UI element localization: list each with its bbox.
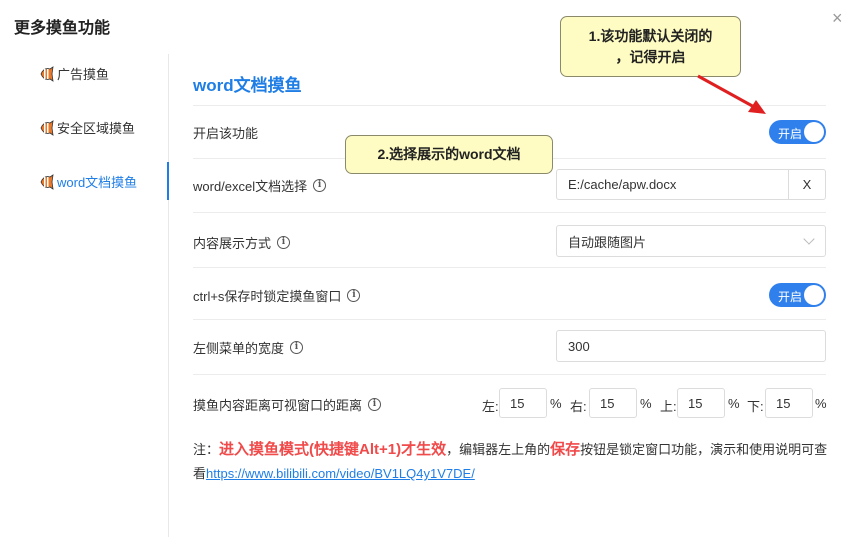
distance-bottom-input[interactable]: 15 xyxy=(765,388,813,418)
lock-window-label-text: ctrl+s保存时锁定摸鱼窗口 xyxy=(193,289,342,304)
divider xyxy=(193,374,826,375)
divider xyxy=(193,267,826,268)
distance-top-value: 15 xyxy=(688,395,703,411)
display-mode-value: 自动跟随图片 xyxy=(568,234,647,250)
toggle-text: 开启 xyxy=(778,127,803,141)
chevron-down-icon xyxy=(803,233,815,245)
toggle-text: 开启 xyxy=(778,290,803,304)
percent-unit: % xyxy=(728,396,740,411)
file-select-label: word/excel文档选择 i xyxy=(193,176,327,195)
percent-unit: % xyxy=(640,396,652,411)
sidebar-item-label: 广告摸鱼 xyxy=(57,67,110,82)
callout-line: ，记得开启 xyxy=(615,49,686,65)
distance-bottom-value: 15 xyxy=(776,395,791,411)
info-icon[interactable]: i xyxy=(313,179,327,192)
menu-width-label: 左侧菜单的宽度 i xyxy=(193,338,304,357)
note-prefix: 注： xyxy=(193,442,220,457)
display-mode-label: 内容展示方式 i xyxy=(193,233,291,252)
percent-unit: % xyxy=(815,396,827,411)
fish-icon xyxy=(40,65,54,82)
file-path-input[interactable]: E:/cache/apw.docx X xyxy=(556,169,826,200)
distance-right-value: 15 xyxy=(600,395,615,411)
lock-window-toggle[interactable]: 开启 xyxy=(769,283,826,307)
distance-top-input[interactable]: 15 xyxy=(677,388,725,418)
divider xyxy=(193,212,826,213)
dialog-title: 更多摸鱼功能 xyxy=(14,20,111,37)
note-highlight-save: 保存 xyxy=(550,441,581,458)
enable-toggle[interactable]: 开启 xyxy=(769,120,826,144)
info-icon[interactable]: i xyxy=(347,289,361,302)
sidebar-item-label: 安全区域摸鱼 xyxy=(57,121,136,136)
note-highlight-shortcut: 进入摸鱼模式(快捷键Alt+1)才生效 xyxy=(219,441,447,458)
display-mode-select[interactable]: 自动跟随图片 xyxy=(556,225,826,257)
active-indicator xyxy=(167,162,169,200)
distance-left-value: 15 xyxy=(510,395,525,411)
arrow-icon xyxy=(697,74,766,114)
display-mode-label-text: 内容展示方式 xyxy=(193,236,272,251)
sidebar-item-label: word文档摸鱼 xyxy=(57,175,138,190)
file-select-label-text: word/excel文档选择 xyxy=(193,179,308,194)
info-icon[interactable]: i xyxy=(368,398,382,411)
fish-icon xyxy=(40,173,54,190)
menu-width-input[interactable]: 300 xyxy=(556,330,826,362)
enable-label: 开启该功能 xyxy=(193,123,258,142)
distance-left-input[interactable]: 15 xyxy=(499,388,547,418)
callout-select-hint: 2.选择展示的word文档 xyxy=(345,135,553,174)
close-icon[interactable]: × xyxy=(832,8,843,28)
sidebar-item-word-fishing[interactable]: word文档摸鱼 xyxy=(40,172,137,191)
info-icon[interactable]: i xyxy=(277,236,291,249)
percent-unit: % xyxy=(550,396,562,411)
info-icon[interactable]: i xyxy=(290,341,304,354)
lock-window-label: ctrl+s保存时锁定摸鱼窗口 i xyxy=(193,286,361,305)
usage-note: 注：进入摸鱼模式(快捷键Alt+1)才生效，编辑器左上角的保存按钮是锁定窗口功能… xyxy=(193,438,833,486)
distance-left-label: 左: xyxy=(482,399,499,414)
sidebar-divider xyxy=(168,54,169,537)
enable-label-text: 开启该功能 xyxy=(193,126,259,141)
menu-width-label-text: 左侧菜单的宽度 xyxy=(193,341,285,356)
callout-line: 1.该功能默认关闭的 xyxy=(588,28,713,44)
callout-enable-hint: 1.该功能默认关闭的 ，记得开启 xyxy=(560,16,741,77)
divider xyxy=(193,319,826,320)
distance-top-label: 上: xyxy=(660,399,677,414)
sidebar-item-safe-area-fishing[interactable]: 安全区域摸鱼 xyxy=(40,118,135,137)
sidebar-item-ad-fishing[interactable]: 广告摸鱼 xyxy=(40,64,109,83)
menu-width-value: 300 xyxy=(568,338,590,354)
distance-right-label: 右: xyxy=(570,399,587,414)
distance-right-input[interactable]: 15 xyxy=(589,388,637,418)
file-path-value: E:/cache/apw.docx xyxy=(568,177,677,192)
toggle-knob xyxy=(804,285,824,305)
distance-label: 摸鱼内容距离可视窗口的距离 i xyxy=(193,395,382,414)
fish-icon xyxy=(40,119,54,136)
section-title: word文档摸鱼 xyxy=(193,76,302,95)
clear-file-button[interactable]: X xyxy=(788,170,825,199)
toggle-knob xyxy=(804,122,824,142)
distance-bottom-label: 下: xyxy=(747,399,764,414)
distance-label-text: 摸鱼内容距离可视窗口的距离 xyxy=(193,398,363,413)
tutorial-link[interactable]: https://www.bilibili.com/video/BV1LQ4y1V… xyxy=(206,466,475,481)
note-middle: ，编辑器左上角的 xyxy=(446,442,551,457)
